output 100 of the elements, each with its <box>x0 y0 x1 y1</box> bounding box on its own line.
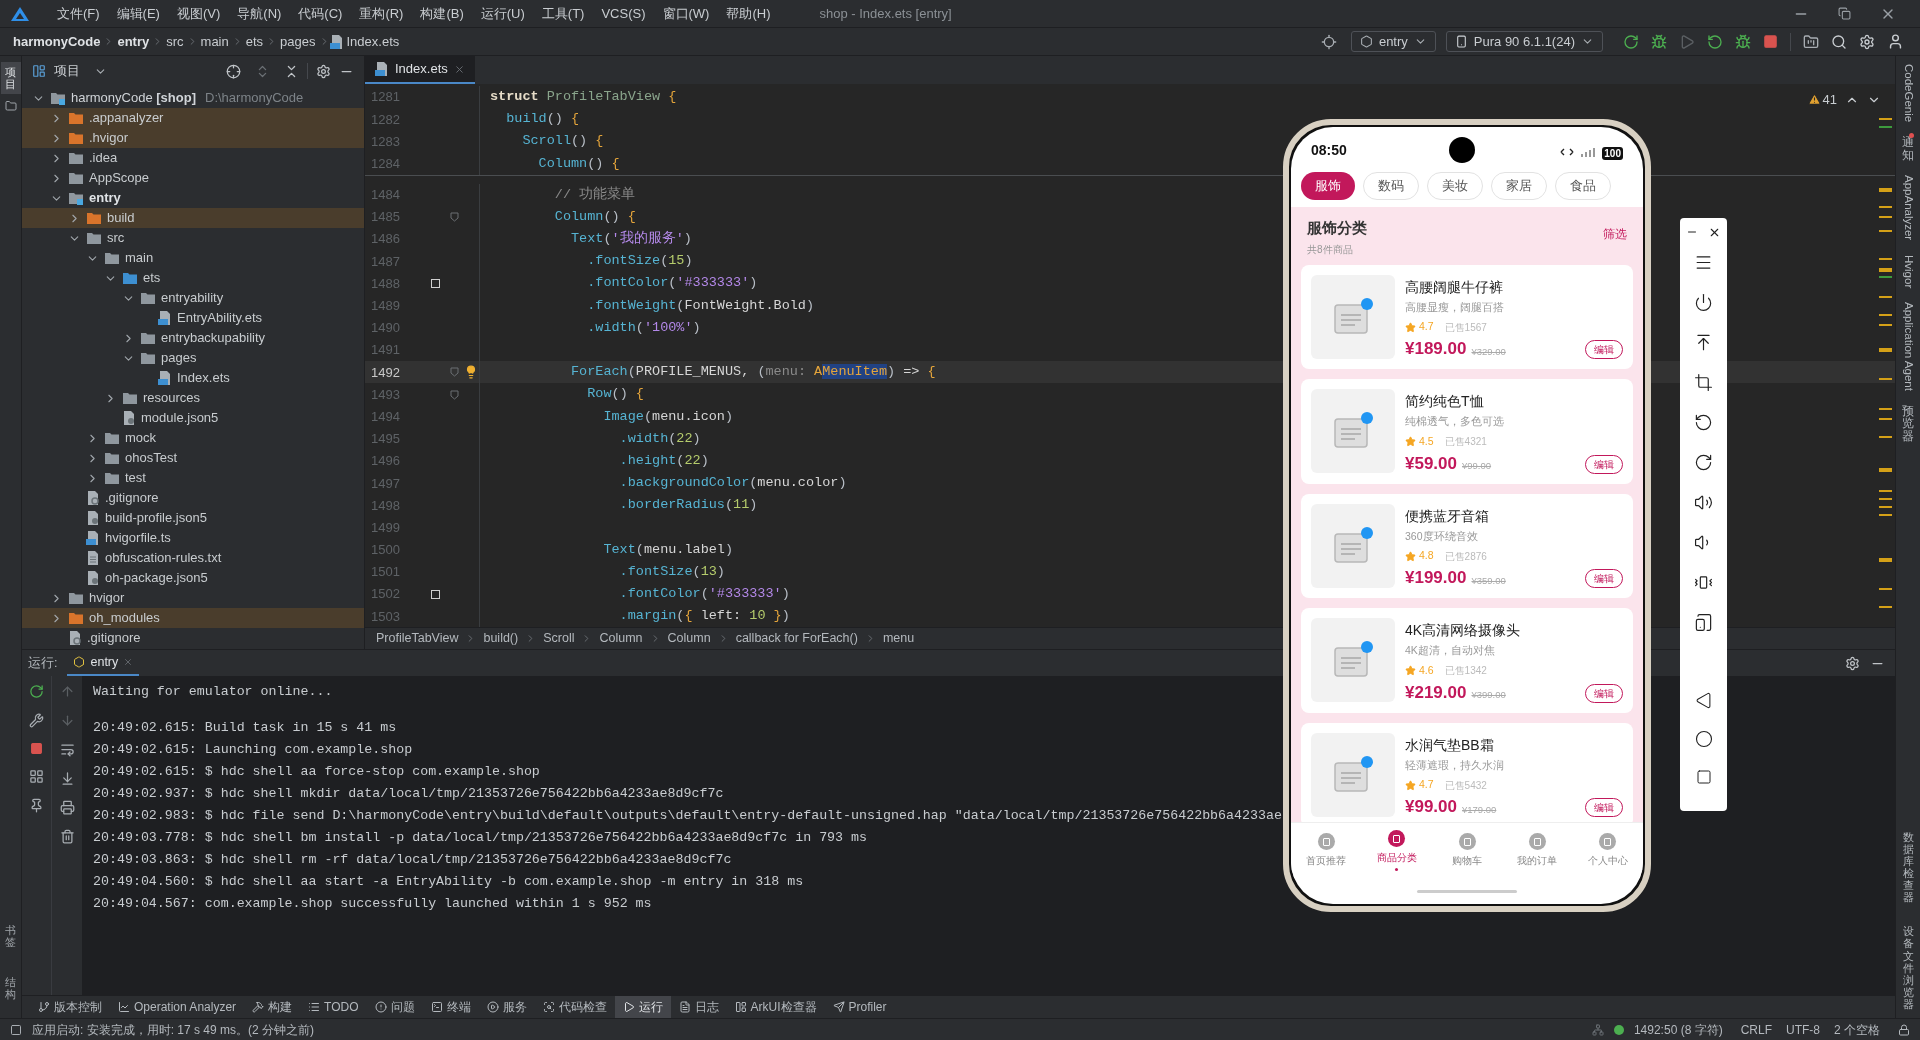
run-config-dropdown[interactable]: entry <box>1350 31 1436 52</box>
search-icon[interactable] <box>1831 33 1847 50</box>
menubar-entry[interactable]: VCS(S) <box>593 3 654 24</box>
menubar-entry[interactable]: 视图(V) <box>168 3 229 24</box>
tree-item[interactable]: module.json5 <box>22 408 364 428</box>
tree-item[interactable]: oh_modules <box>22 608 364 628</box>
crop-icon[interactable] <box>1694 373 1713 392</box>
tree-item[interactable]: .idea <box>22 148 364 168</box>
tree-item[interactable]: pages <box>22 348 364 368</box>
tree-item[interactable]: test <box>22 468 364 488</box>
file-encoding[interactable]: UTF-8 <box>1786 1020 1820 1039</box>
lightbulb-icon[interactable] <box>464 365 478 380</box>
settings-icon[interactable] <box>1859 33 1875 50</box>
nav-tab[interactable]: 商品分类 <box>1361 830 1432 871</box>
tool-window-tab[interactable]: Application Agent <box>1899 301 1917 391</box>
wrench-icon[interactable] <box>29 713 44 728</box>
panel-toggle-icon[interactable] <box>10 1023 22 1036</box>
line-separator[interactable]: CRLF <box>1740 1020 1772 1039</box>
close-icon[interactable] <box>1708 226 1721 239</box>
bookmark-marker-icon[interactable] <box>430 589 440 599</box>
tree-item[interactable]: AppScope <box>22 168 364 188</box>
bookmark-marker-icon[interactable] <box>430 279 440 289</box>
tool-window-tab[interactable]: 终端 <box>422 995 479 1019</box>
home-icon[interactable] <box>1694 730 1713 748</box>
tree-item[interactable]: main <box>22 248 364 268</box>
breadcrumb-item[interactable]: src <box>163 31 187 52</box>
tree-item[interactable]: .hvigor <box>22 128 364 148</box>
tree-item[interactable]: harmonyCode [shop] D:\harmonyCode <box>22 88 364 108</box>
network-icon[interactable] <box>1591 1023 1604 1036</box>
pin-top-icon[interactable] <box>1694 333 1713 352</box>
rotate-right-icon[interactable] <box>1694 453 1713 472</box>
breadcrumb-item[interactable]: callback for ForEach() <box>732 629 861 648</box>
screenshot-icon[interactable] <box>1694 613 1713 632</box>
tree-item[interactable]: oh-package.json5 <box>22 568 364 588</box>
restore-icon[interactable] <box>1838 7 1851 20</box>
print-icon[interactable] <box>59 800 75 815</box>
lock-icon[interactable] <box>1898 1023 1910 1036</box>
tool-window-tab[interactable]: TODO <box>300 995 367 1019</box>
soft-wrap-icon[interactable] <box>59 742 75 757</box>
menubar-entry[interactable]: 运行(U) <box>472 3 533 24</box>
caret-position[interactable]: 1492:50 (8 字符) <box>1633 1020 1723 1039</box>
recents-icon[interactable] <box>1695 769 1712 785</box>
settings-icon[interactable] <box>1845 655 1860 671</box>
menubar-entry[interactable]: 重构(R) <box>351 3 412 24</box>
tree-item[interactable]: mock <box>22 428 364 448</box>
device-dropdown[interactable]: Pura 90 6.1.1(24) <box>1445 31 1603 52</box>
tree-item[interactable]: entryability <box>22 288 364 308</box>
tree-item[interactable]: hvigorfile.ts <box>22 528 364 548</box>
tool-window-tab[interactable]: 版本控制 <box>30 995 110 1019</box>
breadcrumb-item[interactable]: Index.ets <box>343 31 403 52</box>
tool-window-tab[interactable]: 通知 <box>1902 136 1914 162</box>
locate-icon[interactable] <box>1320 33 1337 50</box>
apply-changes-icon[interactable] <box>1707 33 1723 50</box>
breadcrumb-item[interactable]: Column <box>596 629 646 648</box>
menu-icon[interactable] <box>1694 253 1713 272</box>
menubar-entry[interactable]: 导航(N) <box>229 3 290 24</box>
tree-item[interactable]: build-profile.json5 <box>22 508 364 528</box>
shake-icon[interactable] <box>1694 573 1713 592</box>
tree-item[interactable]: src <box>22 228 364 248</box>
stop-icon[interactable] <box>30 742 43 755</box>
tree-item[interactable]: entrybackupability <box>22 328 364 348</box>
tree-item[interactable]: .appanalyzer <box>22 108 364 128</box>
tool-window-tab[interactable]: 项目 <box>0 62 21 95</box>
tool-window-tab[interactable]: 问题 <box>366 995 423 1019</box>
warning-count[interactable]: 41 <box>1822 90 1837 110</box>
category-tab[interactable]: 服饰 <box>1301 172 1355 200</box>
tool-window-tab[interactable]: AppAnalyzer <box>1899 175 1917 241</box>
stop-icon[interactable] <box>1763 34 1778 49</box>
tree-item[interactable]: Index.ets <box>22 368 364 388</box>
tree-item[interactable]: ohosTest <box>22 448 364 468</box>
account-icon[interactable] <box>1887 33 1904 50</box>
tool-window-tab[interactable]: 运行 <box>614 995 671 1019</box>
panel-title[interactable]: 项目 <box>54 61 80 81</box>
breadcrumb-item[interactable]: entry <box>114 31 153 52</box>
indent-setting[interactable]: 2 个空格 <box>1834 1020 1880 1039</box>
tool-window-tab[interactable]: 结构 <box>0 971 21 1004</box>
menubar-entry[interactable]: 文件(F) <box>49 3 108 24</box>
tool-window-tab[interactable]: 日志 <box>670 995 727 1019</box>
tool-window-tab[interactable]: Operation Analyzer <box>110 995 245 1019</box>
nav-tab[interactable]: 个人中心 <box>1572 833 1643 868</box>
tool-window-tab[interactable]: 数据库检查器 <box>1902 830 1914 904</box>
menubar-entry[interactable]: 构建(B) <box>412 3 472 24</box>
warning-icon[interactable] <box>1807 93 1821 107</box>
debug-attach-icon[interactable] <box>1735 33 1751 50</box>
tool-window-tab[interactable]: 书签 <box>0 919 21 952</box>
menubar-entry[interactable]: 窗口(W) <box>654 3 718 24</box>
breadcrumb-item[interactable]: pages <box>277 31 319 52</box>
tree-item[interactable]: EntryAbility.ets <box>22 308 364 328</box>
pin-icon[interactable] <box>29 798 44 813</box>
rotate-left-icon[interactable] <box>1694 413 1713 432</box>
menubar-entry[interactable]: 编辑(E) <box>108 3 168 24</box>
tree-item[interactable]: resources <box>22 388 364 408</box>
settings-icon[interactable] <box>316 63 331 79</box>
editor-tab[interactable]: Index.ets <box>365 56 475 84</box>
tree-item[interactable]: hvigor <box>22 588 364 608</box>
breadcrumb-item[interactable]: ets <box>242 31 267 52</box>
tool-window-tab[interactable]: 预览器 <box>1902 404 1914 443</box>
tool-window-tab[interactable]: 代码检查 <box>534 995 615 1019</box>
volume-up-icon[interactable] <box>1694 493 1713 512</box>
breadcrumb-item[interactable]: harmonyCode <box>10 31 104 52</box>
